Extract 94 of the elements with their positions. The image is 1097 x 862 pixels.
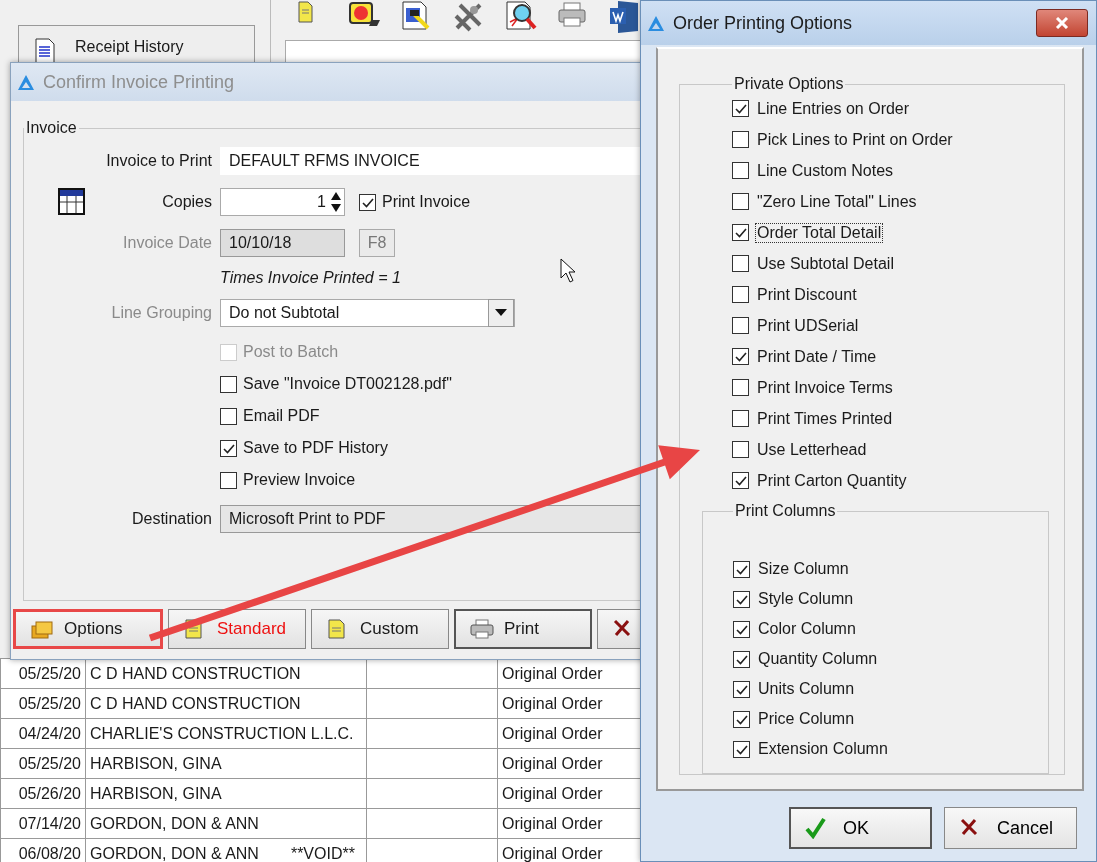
custom-button[interactable]: Custom — [311, 609, 449, 649]
table-cell: 06/08/20 — [0, 838, 86, 862]
table-cell: HARBISON, GINA — [90, 784, 222, 802]
calendar-icon[interactable] — [57, 187, 87, 217]
checkbox[interactable] — [732, 379, 749, 396]
checkbox-label: Quantity Column — [757, 649, 879, 669]
checkbox[interactable] — [732, 193, 749, 210]
checkbox-label: Save "Invoice DT002128.pdf" — [243, 375, 452, 393]
checkbox[interactable] — [732, 441, 749, 458]
table-cell: 05/26/20 — [0, 778, 86, 809]
checkbox-label: Print Carton Quantity — [756, 470, 908, 491]
ok-button[interactable]: OK — [789, 807, 932, 849]
checkbox[interactable] — [733, 740, 750, 758]
app-logo-icon — [647, 14, 665, 32]
checkbox[interactable] — [220, 439, 237, 457]
folders-icon — [30, 618, 54, 640]
field-label: Copies — [162, 193, 212, 211]
checkbox[interactable] — [733, 650, 750, 668]
checkbox[interactable] — [733, 590, 750, 608]
checkbox-label: Price Column — [757, 709, 856, 729]
checkbox[interactable] — [220, 407, 237, 425]
table-cell: GORDON, DON & ANN — [90, 814, 259, 832]
checkbox-label: Pick Lines to Print on Order — [756, 129, 954, 150]
checkbox-label: Print Invoice — [382, 193, 471, 211]
close-button[interactable] — [1036, 9, 1088, 37]
checkbox[interactable] — [732, 255, 749, 272]
checkbox-label: Post to Batch — [243, 343, 339, 361]
checkbox-label: Print UDSerial — [756, 315, 860, 336]
checkbox[interactable] — [732, 348, 749, 365]
checkbox[interactable] — [220, 375, 237, 393]
void-text: **VOID** — [290, 844, 355, 862]
checkbox-label: Print Discount — [756, 284, 858, 305]
field-label: Invoice to Print — [106, 152, 212, 170]
copies-spinner[interactable]: 1 — [220, 188, 345, 216]
checkbox[interactable] — [733, 560, 750, 578]
checkbox[interactable] — [732, 100, 749, 117]
cancel-button[interactable]: Cancel — [944, 807, 1077, 849]
checkbox[interactable] — [732, 317, 749, 334]
checkbox-label: Color Column — [757, 619, 857, 639]
checkbox-label: Units Column — [757, 679, 856, 699]
checkbox[interactable] — [732, 410, 749, 427]
cursor-icon — [560, 258, 576, 284]
checkbox-label: "Zero Line Total" Lines — [756, 191, 918, 212]
checkbox[interactable] — [220, 471, 237, 489]
document-icon — [35, 38, 55, 64]
group-label: Print Columns — [734, 502, 837, 520]
app-logo-icon — [17, 73, 35, 91]
checkbox-label: Extension Column — [757, 739, 889, 759]
table-cell: GORDON, DON & ANN — [90, 844, 259, 862]
checkbox[interactable] — [733, 680, 750, 698]
checkbox-label: Use Letterhead — [756, 439, 868, 460]
checkbox[interactable] — [732, 286, 749, 303]
checkbox[interactable] — [733, 710, 750, 728]
table-cell: 04/24/20 — [0, 718, 86, 749]
field-label: Invoice Date — [123, 234, 212, 252]
printer-icon — [470, 618, 494, 640]
field-label: Destination — [131, 510, 212, 528]
dropdown-arrow-icon[interactable] — [495, 309, 507, 317]
table-cell: C D HAND CONSTRUCTION — [90, 664, 301, 682]
checkbox[interactable] — [732, 472, 749, 489]
checkbox-label: Print Times Printed — [756, 408, 894, 429]
checkbox[interactable] — [732, 162, 749, 179]
checkmark-icon — [805, 817, 827, 839]
checkbox-label: Line Custom Notes — [756, 160, 895, 181]
options-button[interactable]: Options — [13, 609, 163, 649]
checkbox-label: Save to PDF History — [243, 439, 388, 457]
spinner-arrows-icon[interactable] — [330, 190, 342, 214]
table-cell: HARBISON, GINA — [90, 754, 222, 772]
checkbox[interactable] — [359, 193, 376, 211]
table-cell: C D HAND CONSTRUCTION — [90, 694, 301, 712]
field-label: Line Grouping — [111, 304, 212, 322]
group-label: Invoice — [25, 119, 78, 137]
table-cell: CHARLIE'S CONSTRUCTION L.L.C. — [90, 724, 354, 742]
group-label: Private Options — [733, 75, 845, 93]
table-cell: 05/25/20 — [0, 688, 86, 719]
standard-button[interactable]: Standard — [168, 609, 306, 649]
table-cell: 07/14/20 — [0, 808, 86, 839]
checkbox-label: Size Column — [757, 559, 850, 579]
checkbox-label: Style Column — [757, 589, 855, 609]
checkbox-label: Preview Invoice — [243, 471, 356, 489]
checkbox-label: Use Subtotal Detail — [756, 253, 895, 274]
checkbox[interactable] — [732, 131, 749, 148]
checkbox-label: Order Total Detail — [755, 222, 884, 243]
checkbox-label: Print Invoice Terms — [756, 377, 894, 398]
print-button[interactable]: Print — [454, 609, 592, 649]
checkbox[interactable] — [732, 224, 749, 241]
checkbox-label: Line Entries on Order — [756, 98, 911, 119]
checkbox-label: Email PDF — [243, 407, 320, 425]
checkbox-label: Print Date / Time — [756, 346, 878, 367]
table-cell: 05/25/20 — [0, 748, 86, 779]
close-icon — [1055, 17, 1069, 29]
title-bar: Order Printing Options — [641, 1, 1096, 45]
times-printed-text: Times Invoice Printed = 1 — [220, 269, 401, 287]
checkbox[interactable] — [733, 620, 750, 638]
